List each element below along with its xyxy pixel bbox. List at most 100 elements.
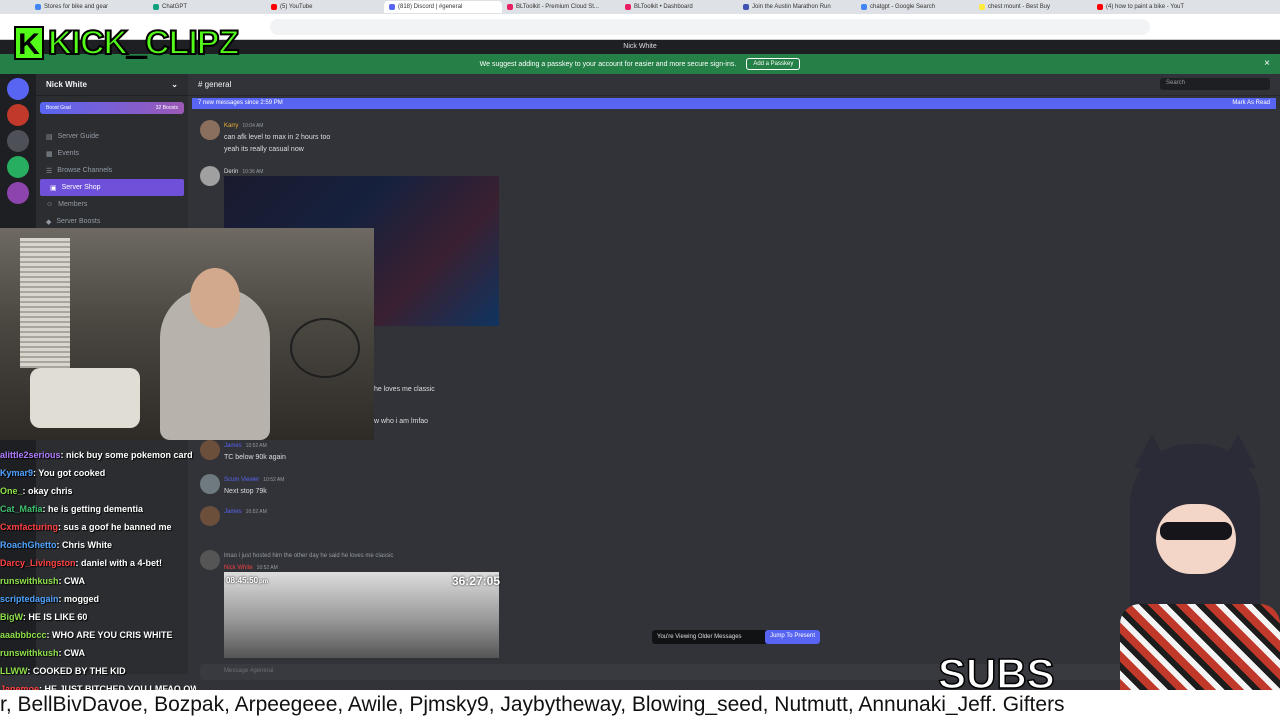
hash-icon: # [198,80,205,89]
chat-message: : WHO ARE YOU CRIS WHITE [46,630,173,640]
message-author[interactable]: Derin [224,169,238,175]
message-time: 10:52 AM [245,443,267,449]
server-icon[interactable] [7,130,29,152]
server-icon[interactable] [7,182,29,204]
chat-username: alittle2serious [0,450,61,460]
stream-chat-line: Darcy_Livingston: daniel with a 4-bet! [0,554,196,572]
sidebar-item-label: Browse Channels [57,167,113,174]
chat-username: runswithkush [0,576,59,586]
avatar[interactable] [200,550,220,570]
browser-tab[interactable]: chatgpt - Google Search [856,1,974,13]
sidebar-item-label: Server Boosts [56,218,101,225]
chat-message: : You got cooked [33,468,106,478]
webcam-feed [0,228,374,440]
calendar-icon: ▦ [46,150,53,158]
sidebar-item-label: Events [57,150,80,157]
message-video[interactable]: 08:45:50pm 36:27:05 [224,572,500,658]
browser-tab[interactable]: (5) YouTube [266,1,384,13]
new-messages-bar[interactable]: 7 new messages since 2:59 PM Mark As Rea… [192,98,1276,109]
couch [30,368,140,428]
members-icon: ☺ [46,201,54,208]
avatar[interactable] [200,120,220,140]
sunglasses [1160,522,1232,540]
close-icon[interactable]: × [1264,58,1270,69]
sidebar-item-members[interactable]: ☺ Members [36,196,188,213]
avatar[interactable] [200,440,220,460]
stream-chat-line: Cat_Mafia: he is getting dementia [0,500,196,518]
guild-header[interactable]: Nick White ⌄ [36,74,188,96]
chevron-down-icon: ⌄ [171,80,178,89]
avatar[interactable] [200,474,220,494]
vtuber-avatar [1120,434,1280,690]
message-time: 10:36 AM [242,169,264,175]
server-icon[interactable] [7,78,29,100]
browser-tab[interactable]: (818) Discord | #general [384,1,502,13]
browser-tab[interactable]: Join the Austin Marathon Run [738,1,856,13]
browser-tab[interactable]: BLToolkit • Dashboard [620,1,738,13]
channel-name: general [204,80,232,89]
tab-title: (818) Discord | #general [398,4,463,10]
message-text: lmao i just hosted him the other day he … [224,553,394,559]
browser-tab[interactable]: chest mount - Best Buy [974,1,1092,13]
tab-favicon-icon [625,4,631,10]
message-input[interactable]: Message #general [200,664,1270,680]
tab-title: chest mount - Best Buy [988,4,1051,10]
chat-username: BigW [0,612,23,622]
message: James 10:52 AM [200,506,267,526]
message: he loves me classic [374,386,435,393]
message-author[interactable]: James [224,443,242,449]
stream-chat-line: LLWW: COOKED BY THE KID [0,662,196,680]
message-author[interactable]: Nick White [224,565,253,571]
message: Karry 10:04 AM can afk level to max in 2 … [200,120,330,156]
message-author[interactable]: Karry [224,123,238,129]
stream-chat-line: Kymar9: You got cooked [0,464,196,482]
avatar[interactable] [200,166,220,186]
sidebar-item-server-shop[interactable]: ▣ Server Shop [40,179,184,196]
mark-as-read-button[interactable]: Mark As Read [1232,100,1270,107]
add-passkey-button[interactable]: Add a Passkey [746,58,801,70]
chat-username: LLWW [0,666,28,676]
boost-count: 32 Boosts [155,105,178,111]
video-time-left: 08:45:50pm [226,576,269,585]
message-author[interactable]: Scum Viewer [224,477,259,483]
chat-username: Cxmfacturing [0,522,59,532]
tab-title: Stores for bike and gear [44,4,109,10]
message: lmao i just hosted him the other day he … [200,550,393,574]
jump-to-present-button[interactable]: Jump To Present [765,630,820,644]
chat-username: scriptedagain [0,594,59,604]
sidebar-item-label: Server Guide [57,133,99,140]
message-author[interactable]: James [224,509,242,515]
logo-k: K [14,26,44,61]
tab-title: BLToolkit - Premium Cloud St... [516,4,599,10]
boost-goal-bar[interactable]: Boost Goal 32 Boosts [40,102,184,114]
channel-header: # general Search [188,74,1280,96]
url-field[interactable] [270,19,1150,35]
message: w who i am lmfao [374,418,428,425]
message-text: w who i am lmfao [374,418,429,425]
server-icon[interactable] [7,104,29,126]
stream-chat-line: RoachGhetto: Chris White [0,536,196,554]
avatar[interactable] [200,506,220,526]
boost-icon: ◆ [46,218,52,226]
browser-tab-bar: Stores for bike and gear ChatGPT (5) YouTu… [0,0,1280,14]
boost-goal-label: Boost Goal [46,105,71,111]
browser-tab[interactable]: Stores for bike and gear [30,1,148,13]
browser-tab[interactable]: BLToolkit - Premium Cloud St... [502,1,620,13]
window-blind [20,238,70,368]
browser-tab[interactable]: (4) how to paint a bike - YouT [1092,1,1210,13]
stream-chat-overlay: alittle2serious: nick buy some pokemon c… [0,446,196,698]
browser-tab[interactable]: ChatGPT [148,1,266,13]
stream-chat-line: One_: okay chris [0,482,196,500]
tab-favicon-icon [389,4,395,10]
tab-favicon-icon [743,4,749,10]
sidebar-item-server-guide[interactable]: ▤ Server Guide [36,128,188,145]
chat-message: : sus a goof he banned me [58,522,172,532]
chat-username: One_ [0,486,23,496]
sidebar-item-events[interactable]: ▦ Events [36,145,188,162]
server-icon[interactable] [7,156,29,178]
chat-message: : CWA [58,576,86,586]
sidebar-item-browse-channels[interactable]: ☰ Browse Channels [36,162,188,179]
search-input[interactable]: Search [1160,78,1270,90]
chat-username: Darcy_Livingston [0,558,76,568]
logo-text: KICK_CLIPZ [47,23,240,63]
